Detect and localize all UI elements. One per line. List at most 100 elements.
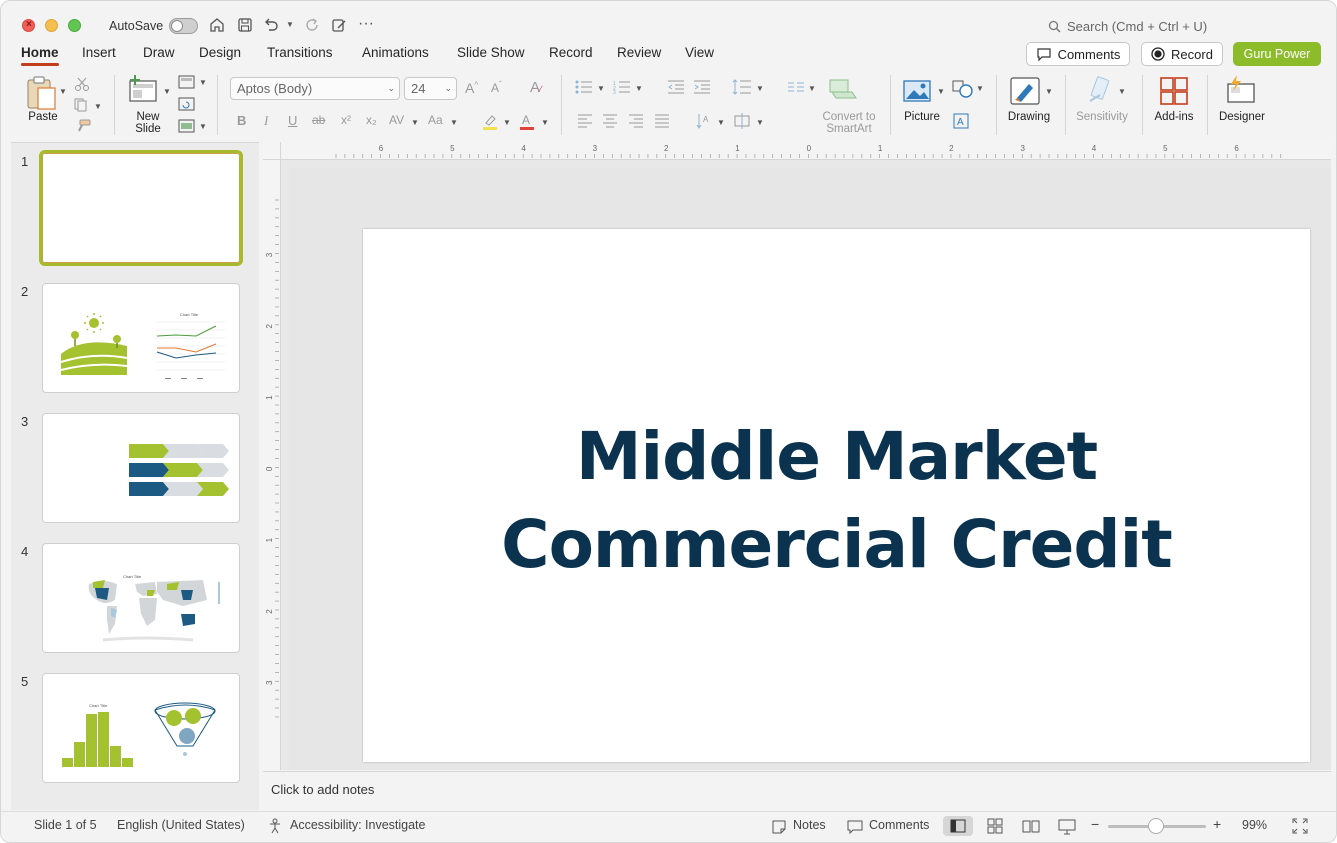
highlight-dropdown-icon[interactable]: ▼	[503, 118, 511, 127]
reading-view-icon[interactable]	[1022, 819, 1040, 833]
tab-insert[interactable]: Insert	[82, 45, 116, 60]
convert-smartart-label[interactable]: Convert to SmartArt	[816, 111, 882, 135]
fit-to-window-icon[interactable]	[1292, 818, 1308, 834]
zoom-slider-handle[interactable]	[1148, 818, 1164, 834]
text-direction-dropdown-icon[interactable]: ▼	[717, 118, 725, 127]
slide-thumbnail-4[interactable]: Chart Title	[42, 543, 240, 653]
columns-dropdown-icon[interactable]: ▼	[808, 84, 816, 93]
align-center-icon[interactable]	[602, 114, 618, 128]
text-direction-icon[interactable]: A	[695, 112, 713, 130]
font-name-select[interactable]: Aptos (Body) ⌄	[230, 77, 400, 100]
guru-power-button[interactable]: Guru Power	[1233, 42, 1321, 66]
slide-thumbnail-5[interactable]: Chart Title	[42, 673, 240, 783]
change-case-dropdown-icon[interactable]: ▼	[450, 118, 458, 127]
notes-pane[interactable]: Click to add notes	[263, 771, 1331, 810]
layout-icon[interactable]	[178, 75, 196, 89]
tab-design[interactable]: Design	[199, 45, 241, 60]
current-slide[interactable]: Middle Market Commercial Credit	[363, 229, 1310, 762]
slide-thumbnail-3[interactable]	[42, 413, 240, 523]
comments-button[interactable]: Comments	[1026, 42, 1130, 66]
new-slide-icon[interactable]	[128, 75, 160, 105]
sensitivity-icon[interactable]	[1086, 75, 1116, 105]
format-painter-icon[interactable]	[74, 119, 92, 133]
tab-slide-show[interactable]: Slide Show	[457, 45, 525, 60]
tab-home[interactable]: Home	[21, 45, 59, 66]
highlight-icon[interactable]	[481, 113, 499, 131]
comments-pane-icon[interactable]	[847, 820, 863, 834]
font-color-dropdown-icon[interactable]: ▼	[541, 118, 549, 127]
italic-button[interactable]: I	[264, 113, 268, 129]
bullets-dropdown-icon[interactable]: ▼	[597, 84, 605, 93]
accessibility-status[interactable]: Accessibility: Investigate	[290, 818, 425, 832]
more-options-icon[interactable]: ···	[358, 15, 374, 33]
accessibility-icon[interactable]	[268, 818, 284, 834]
align-text-dropdown-icon[interactable]: ▼	[756, 118, 764, 127]
zoom-level[interactable]: 99%	[1242, 818, 1267, 832]
font-size-select[interactable]: 24 ⌄	[404, 77, 457, 100]
tab-animations[interactable]: Animations	[362, 45, 429, 60]
cut-icon[interactable]	[74, 77, 90, 91]
align-text-icon[interactable]	[733, 112, 753, 130]
paste-dropdown-icon[interactable]: ▼	[59, 87, 67, 96]
justify-icon[interactable]	[654, 114, 670, 128]
tab-review[interactable]: Review	[617, 45, 661, 60]
new-slide-dropdown-icon[interactable]: ▼	[163, 87, 171, 96]
slideshow-view-icon[interactable]	[1058, 819, 1076, 835]
slide-thumbnail-1[interactable]	[39, 150, 243, 266]
shapes-dropdown-icon[interactable]: ▼	[976, 84, 984, 93]
copy-icon[interactable]	[73, 98, 91, 112]
record-button[interactable]: Record	[1141, 42, 1223, 66]
notes-toggle[interactable]: Notes	[793, 818, 826, 832]
save-icon[interactable]	[236, 16, 254, 34]
strikethrough-button[interactable]: ab	[312, 113, 325, 127]
section-icon[interactable]	[178, 119, 196, 133]
bold-button[interactable]: B	[237, 113, 246, 128]
slide-thumbnail-2[interactable]: Chart Title	[42, 283, 240, 393]
line-spacing-icon[interactable]	[732, 79, 752, 95]
picture-icon[interactable]	[902, 78, 932, 104]
line-spacing-dropdown-icon[interactable]: ▼	[756, 84, 764, 93]
redo-icon[interactable]	[303, 16, 321, 34]
home-icon[interactable]	[208, 16, 226, 34]
subscript-button[interactable]: x₂	[366, 113, 377, 127]
increase-indent-icon[interactable]	[693, 80, 711, 94]
text-box-icon[interactable]: A	[953, 113, 969, 129]
copy-dropdown-icon[interactable]: ▼	[94, 102, 102, 111]
normal-view-icon[interactable]	[950, 819, 966, 833]
picture-dropdown-icon[interactable]: ▼	[937, 87, 945, 96]
tab-draw[interactable]: Draw	[143, 45, 175, 60]
grow-font-icon[interactable]: A^	[465, 80, 478, 96]
zoom-window-button[interactable]	[68, 19, 81, 32]
designer-icon[interactable]	[1225, 75, 1257, 105]
section-dropdown-icon[interactable]: ▼	[199, 122, 207, 131]
language-indicator[interactable]: English (United States)	[117, 818, 245, 832]
drawing-dropdown-icon[interactable]: ▼	[1045, 87, 1053, 96]
minimize-window-button[interactable]	[45, 19, 58, 32]
columns-icon[interactable]	[787, 80, 805, 94]
align-right-icon[interactable]	[628, 114, 644, 128]
search-box[interactable]: Search (Cmd + Ctrl + U)	[1048, 19, 1207, 34]
numbering-icon[interactable]: 123	[613, 80, 631, 94]
reset-icon[interactable]	[178, 97, 196, 111]
comments-toggle[interactable]: Comments	[869, 818, 929, 832]
vertical-ruler[interactable]: 3 2 1 0 1 2 3	[263, 160, 281, 770]
autosave-toggle[interactable]	[169, 18, 198, 34]
drawing-icon[interactable]	[1009, 76, 1041, 106]
font-color-icon[interactable]: A	[518, 113, 536, 131]
undo-icon[interactable]	[262, 16, 280, 34]
layout-dropdown-icon[interactable]: ▼	[199, 78, 207, 87]
decrease-indent-icon[interactable]	[667, 80, 685, 94]
sensitivity-dropdown-icon[interactable]: ▼	[1118, 87, 1126, 96]
paste-icon[interactable]	[25, 75, 59, 111]
shrink-font-icon[interactable]: Aˇ	[491, 80, 502, 95]
undo-dropdown-icon[interactable]: ▼	[286, 20, 294, 29]
align-left-icon[interactable]	[577, 114, 593, 128]
customize-icon[interactable]	[330, 16, 348, 34]
close-window-button[interactable]: ×	[22, 19, 35, 32]
character-spacing-dropdown-icon[interactable]: ▼	[411, 118, 419, 127]
bullets-icon[interactable]	[575, 80, 593, 94]
add-ins-icon[interactable]	[1159, 76, 1189, 106]
character-spacing-button[interactable]: AV	[389, 113, 404, 127]
slide-sorter-icon[interactable]	[987, 818, 1003, 834]
notes-icon[interactable]	[772, 820, 786, 834]
